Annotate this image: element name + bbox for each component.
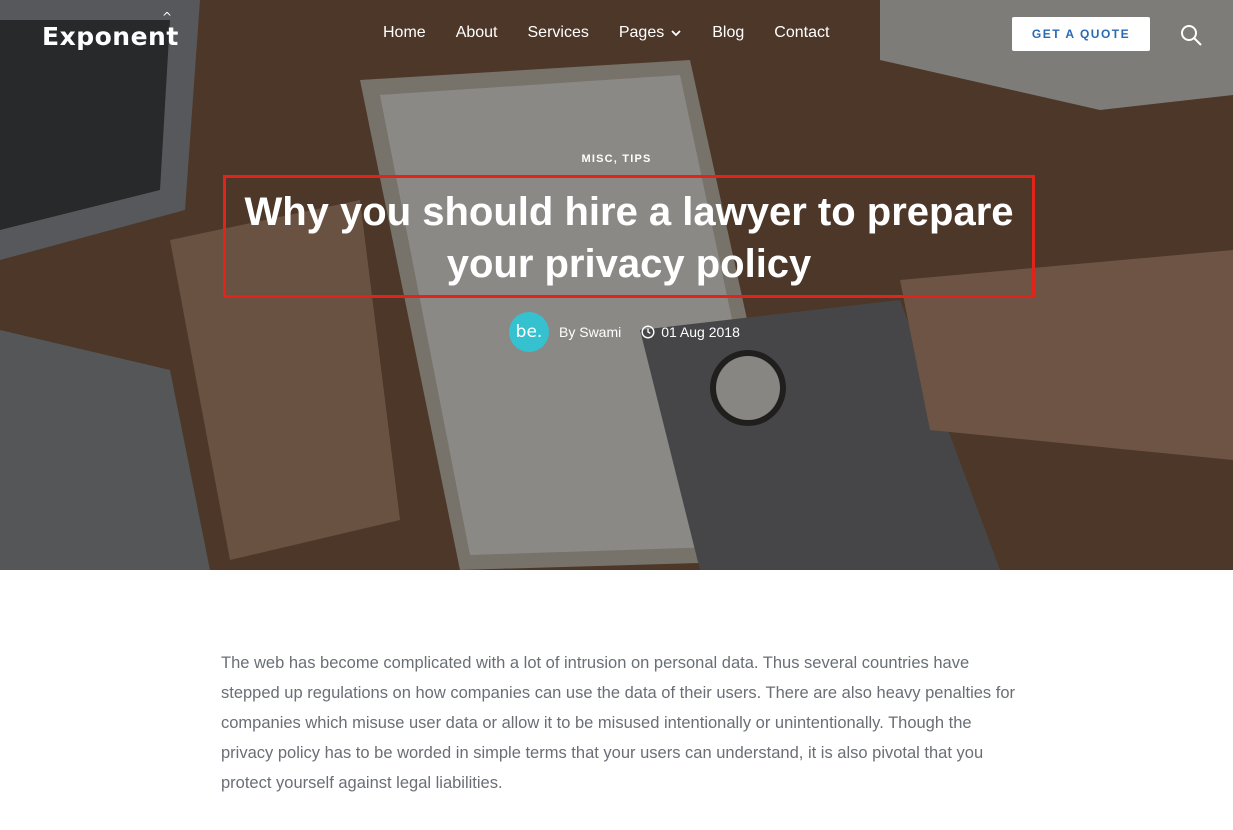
chevron-down-icon <box>671 30 681 37</box>
get-a-quote-button[interactable]: GET A QUOTE <box>1012 17 1150 51</box>
clock-icon <box>641 325 655 339</box>
post-title: Why you should hire a lawyer to prepare … <box>244 190 1014 286</box>
nav-label: Blog <box>712 24 745 41</box>
nav-item-contact[interactable]: Contact <box>774 24 829 42</box>
nav-item-services[interactable]: Services <box>528 24 589 42</box>
site-logo[interactable]: Exponent <box>42 22 179 51</box>
nav-item-pages[interactable]: Pages <box>619 24 682 42</box>
nav-item-blog[interactable]: Blog <box>712 24 744 42</box>
search-icon[interactable] <box>1179 23 1203 47</box>
nav-label: Pages <box>618 24 665 41</box>
nav-item-about[interactable]: About <box>456 24 498 42</box>
main-nav: Home About Services Pages Blog Contact <box>383 24 859 42</box>
nav-label: Contact <box>774 24 830 41</box>
nav-item-home[interactable]: Home <box>383 24 426 42</box>
nav-label: Services <box>527 24 589 41</box>
logo-caret-icon: ^ <box>162 10 173 24</box>
avatar[interactable]: be. <box>509 312 549 352</box>
post-author[interactable]: By Swami <box>559 324 621 340</box>
nav-label: Home <box>383 24 426 41</box>
post-meta: be. By Swami 01 Aug 2018 <box>509 312 740 352</box>
post-categories[interactable]: MISC, TIPS <box>0 153 1233 165</box>
post-body-paragraph: The web has become complicated with a lo… <box>221 654 1016 792</box>
post-date: 01 Aug 2018 <box>661 324 740 340</box>
nav-label: About <box>455 24 498 41</box>
